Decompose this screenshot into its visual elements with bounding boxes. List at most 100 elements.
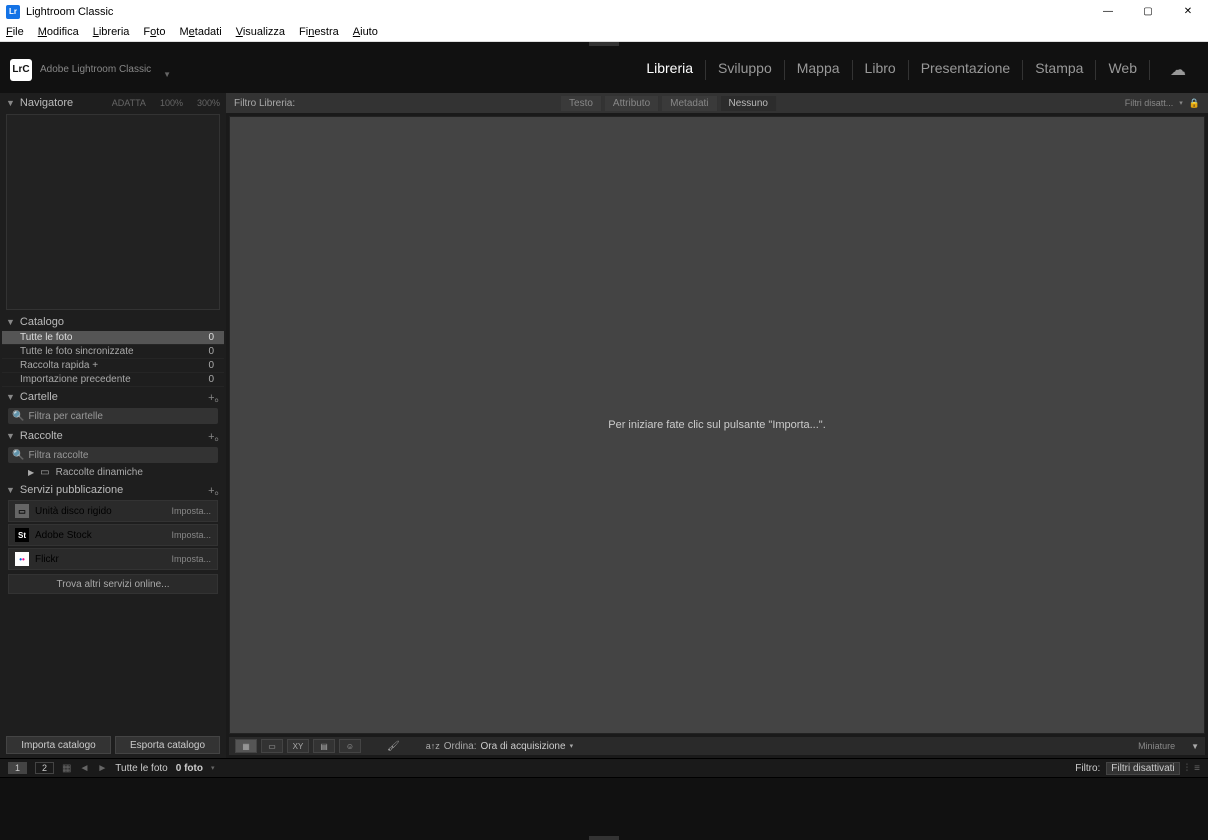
adobestock-icon: St: [15, 528, 29, 542]
zoom-100[interactable]: 100%: [160, 98, 183, 108]
menu-libreria[interactable]: Libreria: [93, 26, 130, 38]
publish-adobestock[interactable]: St Adobe Stock Imposta...: [8, 524, 218, 546]
catalog-item-count: 0: [208, 374, 214, 385]
module-libreria[interactable]: Libreria: [634, 60, 706, 80]
navigator-preview: [6, 114, 220, 310]
painter-icon[interactable]: 🖌: [387, 741, 400, 752]
menu-bar: File Modifica Libreria Foto Metadati Vis…: [0, 23, 1208, 42]
module-presentazione[interactable]: Presentazione: [909, 60, 1024, 80]
chevron-icon[interactable]: ▾: [1179, 99, 1183, 107]
filter-tab-testo[interactable]: Testo: [561, 96, 601, 111]
status-filter-value[interactable]: Filtri disattivati: [1106, 762, 1179, 775]
menu-foto[interactable]: Foto: [143, 26, 165, 38]
search-icon: 🔍: [12, 450, 24, 461]
menu-file[interactable]: File: [6, 26, 24, 38]
sort-direction-icon[interactable]: a↑z: [426, 741, 440, 751]
title-bar: Lr Lightroom Classic — ▢ ✕: [0, 0, 1208, 23]
menu-aiuto[interactable]: Aiuto: [353, 26, 378, 38]
grid-view-button[interactable]: ▦: [235, 739, 257, 753]
publish-flickr[interactable]: •• Flickr Imposta...: [8, 548, 218, 570]
module-stampa[interactable]: Stampa: [1023, 60, 1096, 80]
toolbar-options-icon[interactable]: ▼: [1191, 742, 1199, 751]
nav-prev-icon[interactable]: ◄: [79, 763, 89, 774]
catalog-item-count: 0: [208, 346, 214, 357]
module-mappa[interactable]: Mappa: [785, 60, 853, 80]
screen-1-button[interactable]: 1: [8, 762, 27, 774]
add-collection-icon[interactable]: +｡: [208, 428, 220, 444]
grid-icon[interactable]: ▦: [62, 763, 71, 774]
module-sviluppo[interactable]: Sviluppo: [706, 60, 785, 80]
publish-label: Flickr: [35, 554, 59, 565]
close-button[interactable]: ✕: [1168, 0, 1208, 23]
catalog-item-all[interactable]: Tutte le foto 0: [2, 331, 224, 345]
menu-modifica[interactable]: Modifica: [38, 26, 79, 38]
filter-toggle-icon[interactable]: ⫶: [1186, 763, 1189, 774]
loupe-view-button[interactable]: ▭: [261, 739, 283, 753]
status-filter-label: Filtro:: [1075, 763, 1100, 774]
collapse-icon: ▼: [6, 431, 15, 441]
catalog-header[interactable]: ▼ Catalogo: [2, 312, 224, 331]
nav-next-icon[interactable]: ►: [97, 763, 107, 774]
filters-disabled-dropdown[interactable]: Filtri disatt...: [1125, 98, 1174, 108]
smart-collections-row[interactable]: ▶ ▭ Raccolte dinamiche: [2, 465, 224, 480]
bottom-panel-toggle[interactable]: [0, 836, 1208, 840]
window-controls: — ▢ ✕: [1088, 0, 1208, 23]
survey-view-button[interactable]: ▤: [313, 739, 335, 753]
zoom-fit[interactable]: ADATTA: [112, 98, 146, 108]
navigator-header[interactable]: ▼ Navigatore ADATTA 100% 300%: [2, 93, 224, 112]
menu-metadati[interactable]: Metadati: [179, 26, 221, 38]
menu-finestra[interactable]: Finestra: [299, 26, 339, 38]
library-filter-bar: Filtro Libreria: Testo Attributo Metadat…: [226, 93, 1208, 113]
publish-setup[interactable]: Imposta...: [171, 530, 211, 540]
catalog-item-label: Raccolta rapida +: [20, 360, 98, 371]
filter-tab-metadati[interactable]: Metadati: [662, 96, 716, 111]
catalog-item-count: 0: [208, 360, 214, 371]
filterbar-label: Filtro Libreria:: [234, 98, 295, 109]
filmstrip-options-icon[interactable]: ≡: [1194, 763, 1200, 774]
collections-filter[interactable]: 🔍 Filtra raccolte: [8, 447, 218, 463]
filmstrip[interactable]: [0, 778, 1208, 836]
catalog-item-synced[interactable]: Tutte le foto sincronizzate 0: [2, 345, 224, 359]
export-button[interactable]: Esporta catalogo: [115, 736, 220, 754]
smart-collections-label: Raccolte dinamiche: [56, 467, 143, 478]
menu-visualizza[interactable]: Visualizza: [236, 26, 285, 38]
people-view-button[interactable]: ☺: [339, 739, 361, 753]
folders-header[interactable]: ▼ Cartelle +｡: [2, 387, 224, 406]
catalog-item-prev-import[interactable]: Importazione precedente 0: [2, 373, 224, 387]
filter-tab-attributo[interactable]: Attributo: [605, 96, 658, 111]
status-source-label[interactable]: Tutte le foto: [115, 763, 167, 774]
status-count[interactable]: 0 foto: [176, 763, 203, 774]
module-web[interactable]: Web: [1096, 60, 1150, 80]
cloud-sync-icon[interactable]: ☁: [1158, 60, 1198, 80]
publish-harddrive[interactable]: ▭ Unità disco rigido Imposta...: [8, 500, 218, 522]
collections-header[interactable]: ▼ Raccolte +｡: [2, 426, 224, 445]
harddrive-icon: ▭: [15, 504, 29, 518]
publish-find-more[interactable]: Trova altri servizi online...: [8, 574, 218, 594]
identity-plate-dropdown[interactable]: ▼: [163, 70, 171, 79]
add-folder-icon[interactable]: +｡: [208, 389, 220, 405]
publish-header[interactable]: ▼ Servizi pubblicazione +｡: [2, 480, 224, 499]
chevron-icon[interactable]: ▾: [211, 764, 215, 772]
minimize-button[interactable]: —: [1088, 0, 1128, 23]
chevron-icon[interactable]: ▾: [570, 742, 574, 750]
compare-view-button[interactable]: XY: [287, 739, 309, 753]
publish-setup[interactable]: Imposta...: [171, 506, 211, 516]
collapse-icon: ▼: [6, 98, 15, 108]
folders-filter[interactable]: 🔍 Filtra per cartelle: [8, 408, 218, 424]
screen-2-button[interactable]: 2: [35, 762, 54, 774]
center-area: Filtro Libreria: Testo Attributo Metadat…: [226, 93, 1208, 758]
workspace: ▼ Navigatore ADATTA 100% 300% ▼ Catalogo…: [0, 93, 1208, 758]
collapse-icon: ▼: [6, 392, 15, 402]
import-button[interactable]: Importa catalogo: [6, 736, 111, 754]
maximize-button[interactable]: ▢: [1128, 0, 1168, 23]
sort-field[interactable]: Ora di acquisizione: [481, 741, 566, 752]
add-publish-icon[interactable]: +｡: [208, 482, 220, 498]
collapse-icon: ▼: [6, 317, 15, 327]
filter-tab-nessuno[interactable]: Nessuno: [721, 96, 776, 111]
catalog-item-quick[interactable]: Raccolta rapida + 0: [2, 359, 224, 373]
thumbnails-label: Miniature: [1138, 741, 1175, 751]
lock-icon[interactable]: 🔒: [1189, 98, 1200, 109]
zoom-300[interactable]: 300%: [197, 98, 220, 108]
publish-setup[interactable]: Imposta...: [171, 554, 211, 564]
module-libro[interactable]: Libro: [853, 60, 909, 80]
